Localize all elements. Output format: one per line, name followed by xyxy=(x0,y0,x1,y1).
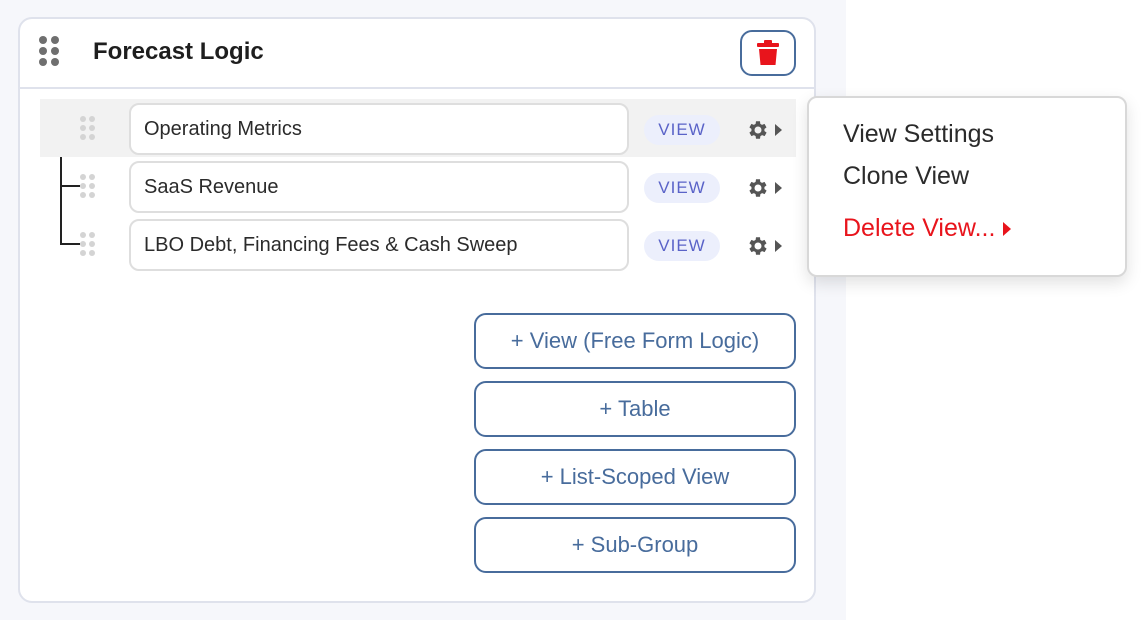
gear-icon xyxy=(749,237,767,255)
view-badge[interactable]: VIEW xyxy=(644,231,720,261)
add-view-button[interactable]: + View (Free Form Logic) xyxy=(474,313,796,369)
view-name-input[interactable] xyxy=(129,161,629,213)
gear-icon xyxy=(749,179,767,197)
menu-item-delete-view-label: Delete View... xyxy=(843,214,996,242)
add-table-button[interactable]: + Table xyxy=(474,381,796,437)
caret-right-icon xyxy=(775,240,782,252)
view-settings-button[interactable] xyxy=(746,174,792,202)
group-header: Forecast Logic xyxy=(20,19,814,89)
gear-icon xyxy=(749,121,767,139)
view-badge[interactable]: VIEW xyxy=(644,115,720,145)
drag-handle-icon[interactable] xyxy=(39,36,61,66)
row-drag-handle-icon[interactable] xyxy=(80,174,98,198)
add-sub-group-button[interactable]: + Sub-Group xyxy=(474,517,796,573)
view-row: VIEW xyxy=(40,99,796,157)
view-settings-button[interactable] xyxy=(746,232,792,260)
view-badge[interactable]: VIEW xyxy=(644,173,720,203)
view-name-input[interactable] xyxy=(129,103,629,155)
row-drag-handle-icon[interactable] xyxy=(80,116,98,140)
group-card: Forecast Logic VIEW VIEW xyxy=(18,17,816,603)
caret-right-icon xyxy=(1003,221,1012,236)
menu-item-view-settings[interactable]: View Settings xyxy=(843,120,994,149)
caret-right-icon xyxy=(775,124,782,136)
row-drag-handle-icon[interactable] xyxy=(80,232,98,256)
caret-right-icon xyxy=(775,182,782,194)
delete-group-button[interactable] xyxy=(740,30,796,76)
trash-icon xyxy=(757,40,779,65)
group-title: Forecast Logic xyxy=(93,38,264,65)
menu-item-clone-view[interactable]: Clone View xyxy=(843,162,969,191)
view-row: VIEW xyxy=(40,215,796,273)
view-name-input[interactable] xyxy=(129,219,629,271)
view-settings-button[interactable] xyxy=(746,116,792,144)
menu-item-delete-view[interactable]: Delete View... xyxy=(843,214,1012,243)
add-list-scoped-view-button[interactable]: + List-Scoped View xyxy=(474,449,796,505)
view-row: VIEW xyxy=(40,157,796,215)
view-context-menu: View Settings Clone View Delete View... xyxy=(807,96,1127,277)
